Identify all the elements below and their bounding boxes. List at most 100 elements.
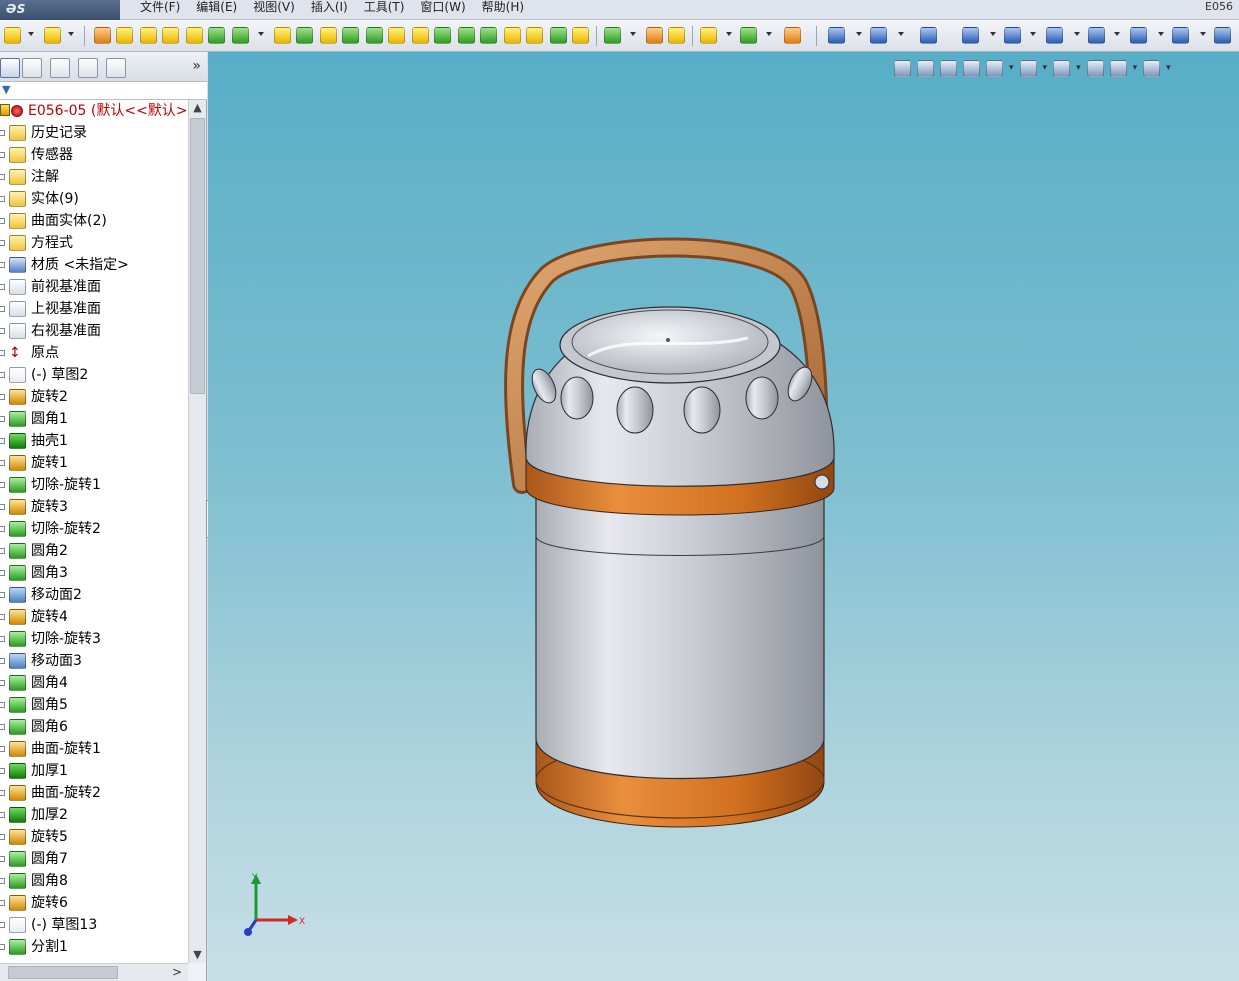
scroll-right-arrow-icon[interactable]: > <box>172 965 182 979</box>
slot-tool-icon[interactable] <box>1004 27 1021 44</box>
line-tool-icon[interactable] <box>920 27 937 44</box>
curves-icon[interactable] <box>526 27 543 44</box>
rebuild-icon[interactable] <box>572 27 589 44</box>
smart-dimension-icon[interactable] <box>700 27 717 44</box>
loft-icon[interactable] <box>162 27 179 44</box>
expand-toggle-icon[interactable] <box>0 636 5 642</box>
expand-toggle-icon[interactable] <box>0 878 5 884</box>
lunch-box-3d-model[interactable] <box>208 52 1239 981</box>
expand-toggle-icon[interactable] <box>0 790 5 796</box>
expand-toggle-icon[interactable] <box>0 350 5 356</box>
scroll-thumb[interactable] <box>8 966 118 979</box>
tree-item[interactable]: 曲面-旋转1 <box>0 738 188 760</box>
expand-toggle-icon[interactable] <box>0 944 5 950</box>
tree-item[interactable]: 圆角1 <box>0 408 188 430</box>
tree-item[interactable]: 圆角5 <box>0 694 188 716</box>
tree-item[interactable]: 曲面-旋转2 <box>0 782 188 804</box>
tree-item[interactable]: 抽壳1 <box>0 430 188 452</box>
assembly-icon[interactable] <box>44 27 61 44</box>
menu-insert[interactable]: 插入(I) <box>303 0 356 20</box>
tree-item[interactable]: 材质 <未指定> <box>0 254 188 276</box>
tree-item[interactable]: 圆角4 <box>0 672 188 694</box>
dimxpert-tab-icon[interactable] <box>78 58 98 78</box>
dropdown-arrow-icon[interactable] <box>1158 30 1164 36</box>
tree-item[interactable]: 切除-旋转1 <box>0 474 188 496</box>
spline-sketch-icon[interactable] <box>1130 27 1147 44</box>
menu-edit[interactable]: 编辑(E) <box>188 0 245 20</box>
smart-dim-icon[interactable] <box>870 27 887 44</box>
tree-item[interactable]: 圆角6 <box>0 716 188 738</box>
tree-item[interactable]: 历史记录 <box>0 122 188 144</box>
scroll-down-arrow-icon[interactable]: ▼ <box>189 947 206 963</box>
rib-icon[interactable] <box>296 27 313 44</box>
expand-toggle-icon[interactable] <box>0 812 5 818</box>
tree-item[interactable]: 切除-旋转3 <box>0 628 188 650</box>
tree-item[interactable]: 移动面2 <box>0 584 188 606</box>
tree-item[interactable]: 实体(9) <box>0 188 188 210</box>
tree-item[interactable]: 上视基准面 <box>0 298 188 320</box>
tree-item[interactable]: 切除-旋转2 <box>0 518 188 540</box>
cut-extrude-icon[interactable] <box>208 27 225 44</box>
expand-toggle-icon[interactable] <box>0 658 5 664</box>
tree-root-part[interactable]: E056-05 (默认<<默认> <box>0 100 188 122</box>
feature-manager-tab-icon[interactable] <box>0 58 20 78</box>
wrap-icon[interactable] <box>366 27 383 44</box>
expand-toggle-icon[interactable] <box>0 130 5 136</box>
expand-toggle-icon[interactable] <box>0 416 5 422</box>
expand-toggle-icon[interactable] <box>0 570 5 576</box>
tree-item[interactable]: 圆角8 <box>0 870 188 892</box>
tree-item[interactable]: 传感器 <box>0 144 188 166</box>
tree-item[interactable]: 方程式 <box>0 232 188 254</box>
graphics-area[interactable]: ▾ ▾ ▾ ▾ ▾ Y X <box>208 52 1239 981</box>
dropdown-arrow-icon[interactable] <box>1114 30 1120 36</box>
dropdown-arrow-icon[interactable] <box>726 30 732 36</box>
extrude-icon[interactable] <box>116 27 133 44</box>
menu-view[interactable]: 视图(V) <box>245 0 303 20</box>
expand-toggle-icon[interactable] <box>0 702 5 708</box>
filter-icon[interactable]: ▼ <box>2 84 12 96</box>
tree-item[interactable]: 圆角3 <box>0 562 188 584</box>
dropdown-arrow-icon[interactable] <box>1074 30 1080 36</box>
tree-vertical-scrollbar[interactable]: ▲ ▼ <box>188 100 206 963</box>
tree-item[interactable]: 移动面3 <box>0 650 188 672</box>
expand-toggle-icon[interactable] <box>0 306 5 312</box>
mirror-icon[interactable] <box>412 27 429 44</box>
tree-item[interactable]: (-) 草图2 <box>0 364 188 386</box>
move-face-icon[interactable] <box>604 27 621 44</box>
dropdown-arrow-icon[interactable] <box>1200 30 1206 36</box>
expand-toggle-icon[interactable] <box>0 614 5 620</box>
shell-icon[interactable] <box>320 27 337 44</box>
tree-item[interactable]: (-) 草图13 <box>0 914 188 936</box>
tree-item[interactable]: 旋转4 <box>0 606 188 628</box>
instant3d-icon[interactable] <box>550 27 567 44</box>
expand-toggle-icon[interactable] <box>0 746 5 752</box>
configuration-manager-tab-icon[interactable] <box>50 58 70 78</box>
expand-toggle-icon[interactable] <box>0 438 5 444</box>
menu-help[interactable]: 帮助(H) <box>474 0 532 20</box>
expand-toggle-icon[interactable] <box>0 548 5 554</box>
scroll-up-arrow-icon[interactable]: ▲ <box>189 100 206 116</box>
tree-item[interactable]: 加厚1 <box>0 760 188 782</box>
display-manager-tab-icon[interactable] <box>106 58 126 78</box>
hole-wizard-icon[interactable] <box>480 27 497 44</box>
tree-item[interactable]: 加厚2 <box>0 804 188 826</box>
property-manager-tab-icon[interactable] <box>22 58 42 78</box>
expand-toggle-icon[interactable] <box>0 174 5 180</box>
expand-toggle-icon[interactable] <box>0 284 5 290</box>
arc-tool-icon[interactable] <box>1088 27 1105 44</box>
circle-tool-icon[interactable] <box>1046 27 1063 44</box>
part-icon[interactable] <box>4 27 21 44</box>
expand-toggle-icon[interactable] <box>0 856 5 862</box>
sketch-icon[interactable] <box>828 27 845 44</box>
expand-toggle-icon[interactable] <box>0 372 5 378</box>
tree-item[interactable]: 旋转5 <box>0 826 188 848</box>
tree-item[interactable]: 右视基准面 <box>0 320 188 342</box>
dome-icon[interactable] <box>342 27 359 44</box>
boundary-icon[interactable] <box>186 27 203 44</box>
tree-item[interactable]: 曲面实体(2) <box>0 210 188 232</box>
dropdown-arrow-icon[interactable] <box>856 30 862 36</box>
menu-window[interactable]: 窗口(W) <box>412 0 473 20</box>
expand-toggle-icon[interactable] <box>0 724 5 730</box>
dropdown-arrow-icon[interactable] <box>258 30 264 36</box>
expand-toggle-icon[interactable] <box>0 460 5 466</box>
